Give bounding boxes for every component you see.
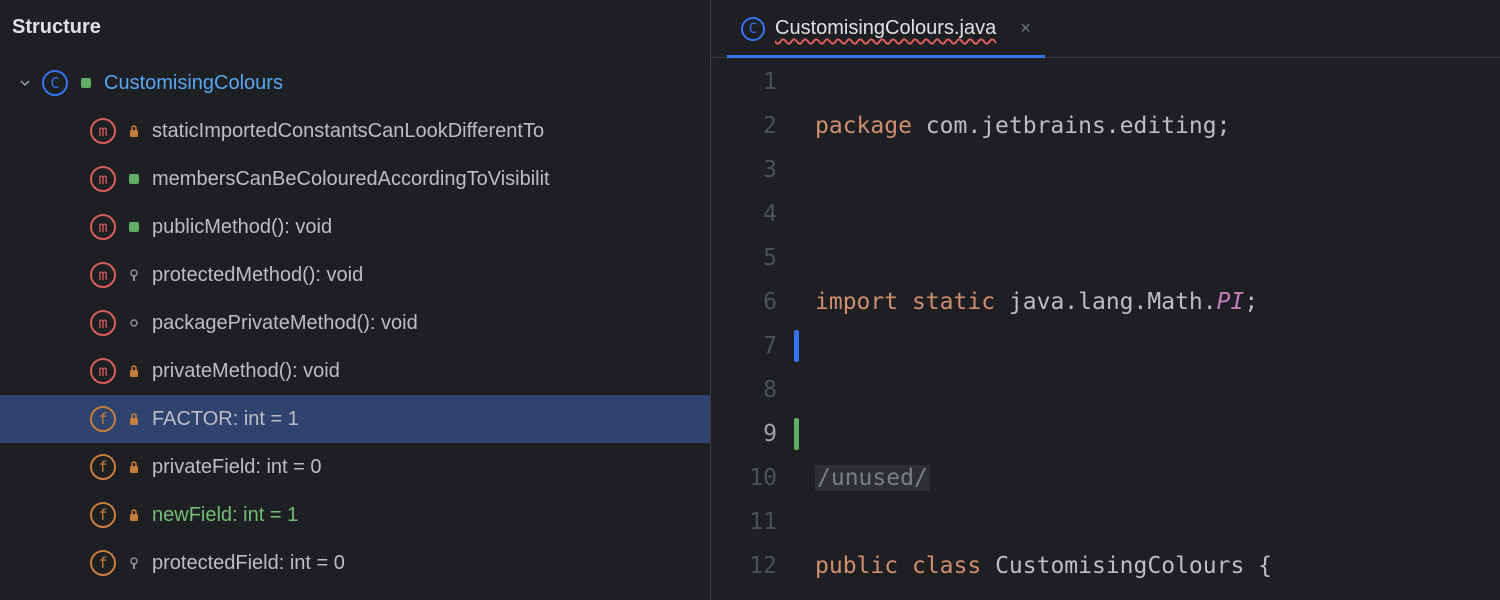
tree-item-label: privateMethod(): void <box>152 360 340 383</box>
method-icon: m <box>90 118 116 144</box>
protected-icon <box>126 556 142 570</box>
tree-item-label: protectedMethod(): void <box>152 264 363 287</box>
public-icon <box>126 221 142 233</box>
protected-icon <box>126 268 142 282</box>
tree-item[interactable]: f FACTOR: int = 1 <box>0 395 710 443</box>
tree-item[interactable]: f newField: int = 1 <box>0 491 710 539</box>
private-icon <box>126 364 142 378</box>
tree-item[interactable]: m publicMethod(): void <box>0 203 710 251</box>
class-icon: C <box>741 17 765 41</box>
line-number[interactable]: 11 <box>711 500 801 544</box>
tree-item-label: FACTOR: int = 1 <box>152 408 299 431</box>
line-number[interactable]: 2 <box>711 104 801 148</box>
field-icon: f <box>90 406 116 432</box>
tree-item[interactable]: f protectedField: int = 0 <box>0 539 710 587</box>
private-icon <box>126 508 142 522</box>
close-icon[interactable]: × <box>1020 18 1031 39</box>
structure-title: Structure <box>0 0 710 59</box>
tree-root-row[interactable]: C CustomisingColours <box>0 59 710 107</box>
tree-item[interactable]: m privateMethod(): void <box>0 347 710 395</box>
editor-panel: C CustomisingColours.java × 123456789101… <box>710 0 1500 600</box>
line-number[interactable]: 4 <box>711 192 801 236</box>
structure-panel: Structure C CustomisingColours m staticIm… <box>0 0 710 600</box>
line-number[interactable]: 12 <box>711 544 801 588</box>
private-icon <box>126 460 142 474</box>
editor-tab-bar: C CustomisingColours.java × <box>711 0 1500 58</box>
public-icon <box>78 77 94 89</box>
line-number[interactable]: 10 <box>711 456 801 500</box>
vcs-change-marker[interactable] <box>794 330 799 362</box>
private-icon <box>126 124 142 138</box>
package-icon <box>126 318 142 328</box>
tree-item-label: newField: int = 1 <box>152 504 298 527</box>
line-number[interactable]: 5 <box>711 236 801 280</box>
tree-item-label: packagePrivateMethod(): void <box>152 312 418 335</box>
line-number[interactable]: 9 <box>711 412 801 456</box>
tree-item-label: protectedField: int = 0 <box>152 552 345 575</box>
chevron-down-icon[interactable] <box>18 76 32 90</box>
tree-item-label: staticImportedConstantsCanLookDifferentT… <box>152 120 544 143</box>
tree-item-label: publicMethod(): void <box>152 216 332 239</box>
method-icon: m <box>90 166 116 192</box>
tree-root-label: CustomisingColours <box>104 72 283 95</box>
tree-item[interactable]: m membersCanBeColouredAccordingToVisibili… <box>0 155 710 203</box>
tree-item-label: privateField: int = 0 <box>152 456 322 479</box>
method-icon: m <box>90 262 116 288</box>
tab-filename: CustomisingColours.java <box>775 17 996 40</box>
method-icon: m <box>90 310 116 336</box>
tree-item[interactable]: m packagePrivateMethod(): void <box>0 299 710 347</box>
class-icon: C <box>42 70 68 96</box>
tree-item[interactable]: f privateField: int = 0 <box>0 443 710 491</box>
tree-item[interactable]: m protectedMethod(): void <box>0 251 710 299</box>
method-icon: m <box>90 214 116 240</box>
editor-tab[interactable]: C CustomisingColours.java × <box>735 0 1037 57</box>
line-gutter: 123456789101112 <box>711 58 801 600</box>
line-number[interactable]: 1 <box>711 60 801 104</box>
code-editor[interactable]: 123456789101112 package com.jetbrains.ed… <box>711 58 1500 600</box>
field-icon: f <box>90 502 116 528</box>
code-area[interactable]: package com.jetbrains.editing; import st… <box>801 58 1500 600</box>
private-icon <box>126 412 142 426</box>
line-number[interactable]: 3 <box>711 148 801 192</box>
structure-tree: C CustomisingColours m staticImportedCons… <box>0 59 710 600</box>
method-icon: m <box>90 358 116 384</box>
line-number[interactable]: 6 <box>711 280 801 324</box>
tree-item[interactable]: m staticImportedConstantsCanLookDifferent… <box>0 107 710 155</box>
public-icon <box>126 173 142 185</box>
line-number[interactable]: 7 <box>711 324 801 368</box>
vcs-change-marker[interactable] <box>794 418 799 450</box>
field-icon: f <box>90 454 116 480</box>
tree-item-label: membersCanBeColouredAccordingToVisibilit <box>152 168 550 191</box>
line-number[interactable]: 8 <box>711 368 801 412</box>
field-icon: f <box>90 550 116 576</box>
